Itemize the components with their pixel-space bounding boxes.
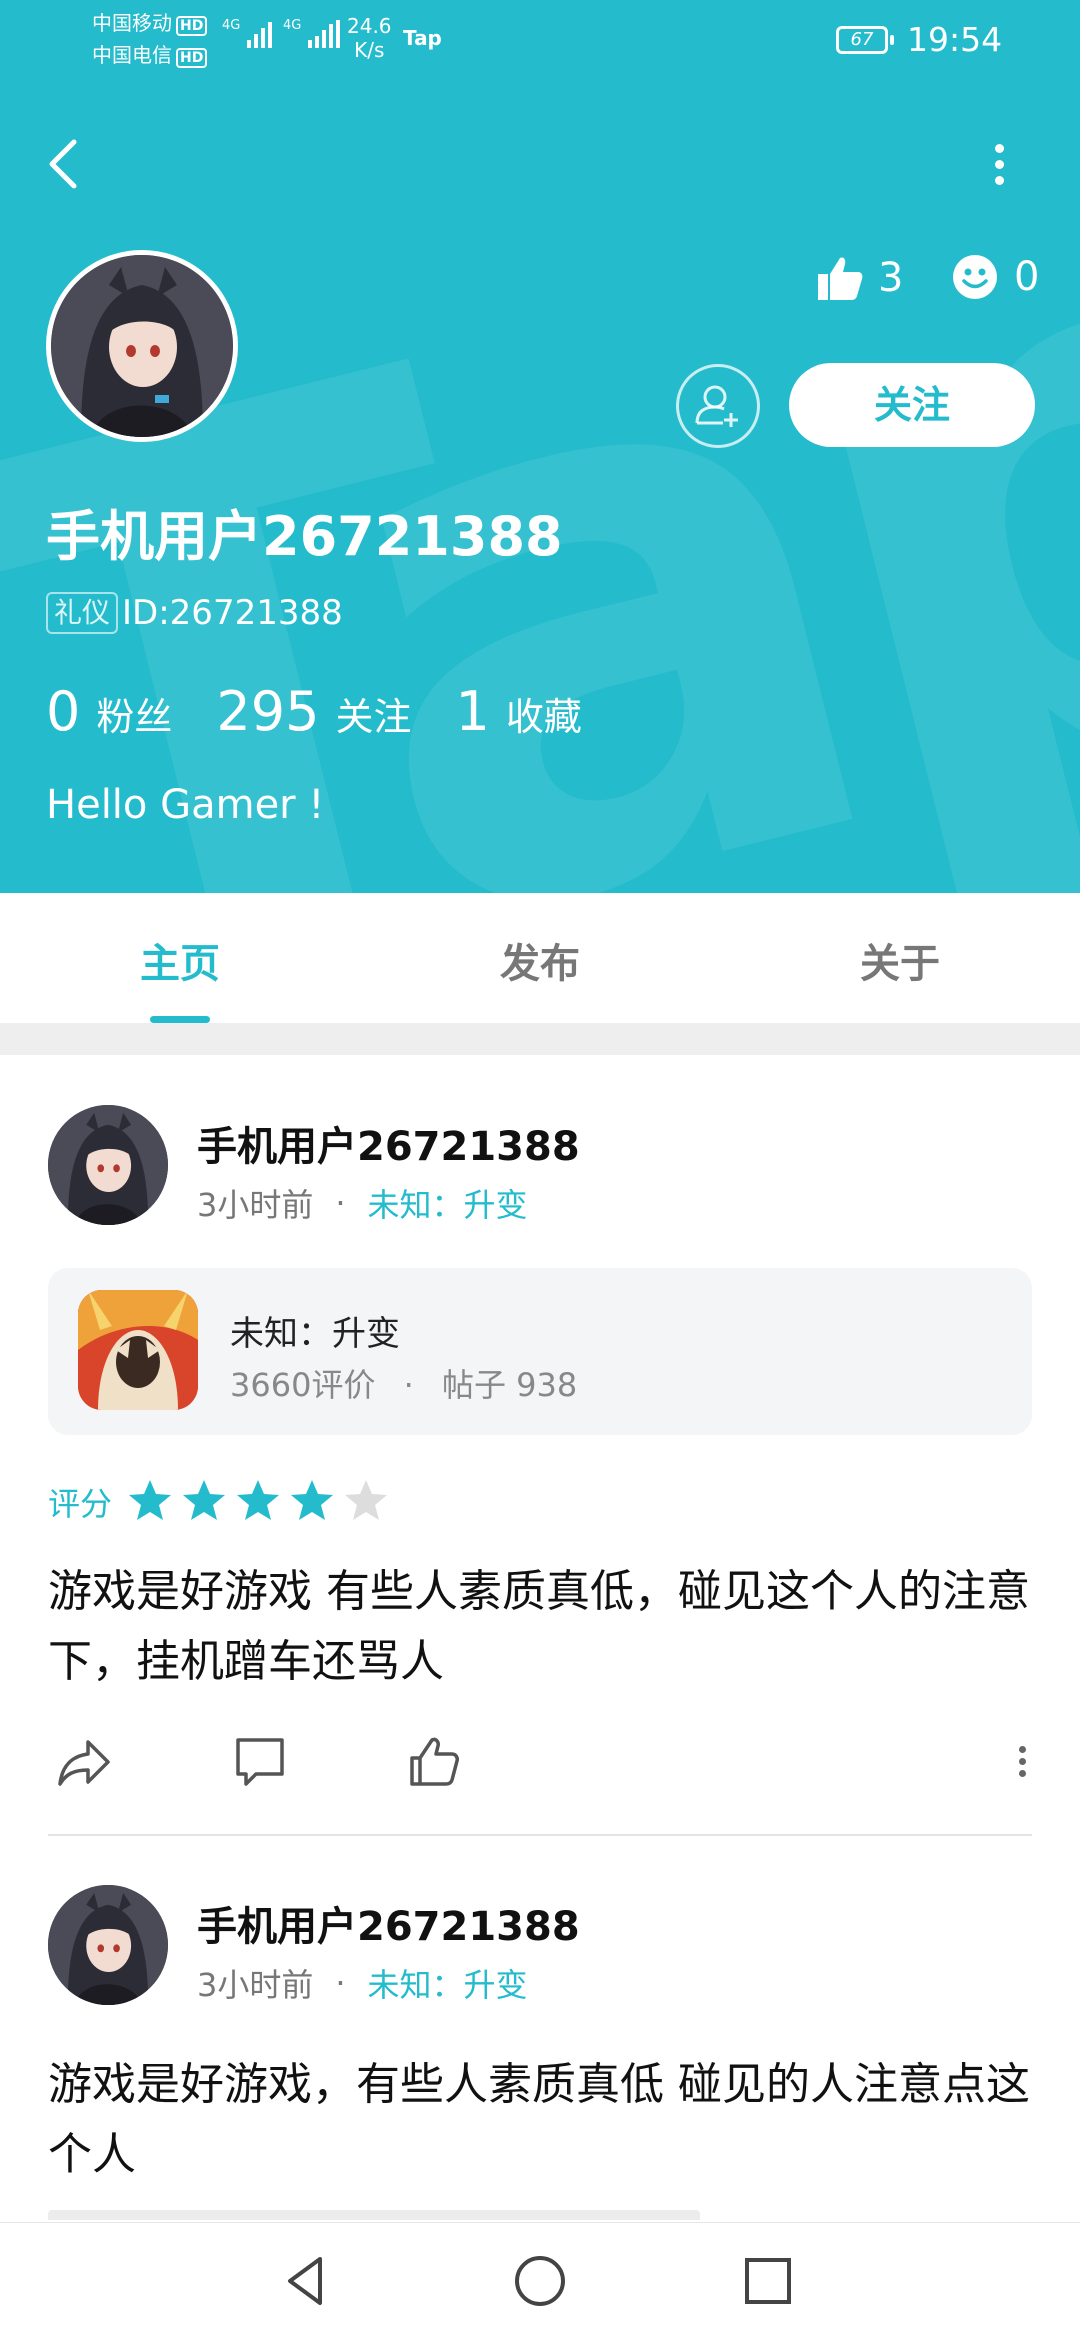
share-icon — [58, 1740, 110, 1786]
followers-count[interactable]: 0 — [46, 680, 80, 743]
back-button[interactable] — [40, 132, 92, 196]
username: 手机用户26721388 — [46, 505, 563, 568]
profile-avatar[interactable] — [46, 250, 238, 442]
clock: 19:54 — [907, 20, 1003, 59]
star-filled-icon — [291, 1480, 334, 1520]
nav-back-icon — [288, 2257, 322, 2305]
avatar-image — [48, 1885, 168, 2005]
follow-button[interactable]: 关注 — [789, 363, 1035, 447]
post-time: 3小时前 — [197, 1966, 314, 2004]
nav-home-icon — [515, 2256, 565, 2306]
carrier-1: 中国移动 HD — [92, 8, 208, 38]
game-posts: 帖子 938 — [441, 1366, 578, 1404]
like-button[interactable] — [404, 1732, 464, 1792]
comment-icon — [236, 1738, 284, 1786]
comment-button[interactable] — [230, 1732, 290, 1792]
post-body: 游戏是好游戏 有些人素质真低，碰见这个人的注意下，挂机蹭车还骂人 — [48, 1566, 1030, 1687]
system-nav-bar — [0, 2222, 1080, 2340]
status-bar: 中国移动 HD 中国电信 HD 4G 4G 24.6 K/s Tap 67 19:54 — [0, 0, 1080, 80]
battery-indicator: 67 — [836, 26, 894, 54]
game-art-icon — [78, 1290, 198, 1410]
nav-recents-icon — [745, 2258, 791, 2304]
active-tab-indicator — [150, 1016, 210, 1023]
thumbs-up-icon — [818, 257, 863, 300]
post-meta: 3小时前 · 未知：升变 — [197, 1180, 528, 1226]
game-card[interactable]: 未知：升变 3660评价 · 帖子 938 — [48, 1268, 1032, 1435]
carrier-2: 中国电信 HD — [92, 40, 208, 70]
star-empty-icon — [345, 1480, 388, 1520]
game-stats: 3660评价 · 帖子 938 — [230, 1366, 578, 1404]
user-id: ID:26721388 — [122, 593, 343, 633]
favorites-count[interactable]: 1 — [455, 680, 489, 743]
post-image-preview[interactable] — [48, 2210, 700, 2220]
likes-count: 3 — [878, 255, 904, 301]
user-id-row: 礼仪 ID:26721388 — [46, 592, 343, 634]
etiquette-badge[interactable]: 礼仪 — [46, 592, 119, 634]
post-game-link[interactable]: 未知：升变 — [368, 1960, 528, 2006]
post-divider — [48, 1834, 1032, 1836]
like-icon — [410, 1737, 459, 1786]
signal-1: 4G — [222, 18, 273, 54]
smiles-counter[interactable]: 0 — [952, 254, 1039, 300]
avatar-image — [48, 1105, 168, 1225]
more-icon — [995, 144, 1004, 153]
game-name: 未知：升变 — [230, 1314, 400, 1354]
add-friend-icon — [695, 385, 738, 427]
more-options-button[interactable] — [980, 132, 1020, 196]
smiles-count: 0 — [1014, 254, 1040, 300]
smile-icon — [953, 255, 997, 299]
post-more-button[interactable] — [1008, 1740, 1038, 1784]
star-filled-icon — [129, 1480, 172, 1520]
post-time: 3小时前 — [197, 1186, 314, 1224]
tab-about[interactable]: 关于 — [860, 931, 940, 989]
profile-tabs: 主页 发布 关于 — [0, 893, 1080, 1023]
profile-header: Tap 中国移动 HD 中国电信 HD 4G 4G 24.6 K/s Tap 67 1… — [0, 0, 1080, 893]
rating-stars — [128, 1478, 398, 1526]
followers-label[interactable]: 粉丝 — [96, 686, 172, 741]
post-author-name[interactable]: 手机用户26721388 — [197, 1894, 580, 1952]
game-icon — [78, 1290, 198, 1410]
tab-posts[interactable]: 发布 — [500, 931, 580, 989]
star-filled-icon — [183, 1480, 226, 1520]
share-button[interactable] — [54, 1732, 114, 1792]
section-separator — [0, 1023, 1080, 1055]
user-bio: Hello Gamer ! — [46, 782, 325, 828]
profile-stats: 0 粉丝 295 关注 1 收藏 — [46, 680, 626, 743]
back-icon — [49, 139, 77, 189]
signal-bars-icon — [307, 20, 340, 48]
likes-counter[interactable]: 3 — [816, 254, 903, 302]
nav-back-button[interactable] — [278, 2251, 338, 2311]
game-reviews: 3660评价 — [230, 1366, 376, 1404]
star-filled-icon — [237, 1480, 280, 1520]
add-friend-button[interactable] — [676, 364, 760, 448]
favorites-label[interactable]: 收藏 — [506, 686, 582, 741]
following-label[interactable]: 关注 — [335, 686, 411, 741]
post-author-avatar[interactable] — [48, 1105, 168, 1225]
post-author-avatar[interactable] — [48, 1885, 168, 2005]
post-body: 游戏是好游戏，有些人素质真低 碰见的人注意点这个人 — [48, 2059, 1030, 2180]
taptap-watermark: Tap — [0, 8, 1080, 893]
post-meta: 3小时前 · 未知：升变 — [197, 1960, 528, 2006]
nav-recents-button[interactable] — [738, 2251, 798, 2311]
signal-bars-icon — [246, 22, 272, 48]
post-game-link[interactable]: 未知：升变 — [368, 1180, 528, 1226]
post-author-name[interactable]: 手机用户26721388 — [197, 1114, 580, 1172]
network-speed: 24.6 K/s — [347, 14, 392, 62]
post-rating: 评分 — [48, 1478, 398, 1526]
post-actions — [0, 1730, 1080, 1794]
nav-home-button[interactable] — [510, 2251, 570, 2311]
tab-home[interactable]: 主页 — [140, 931, 220, 989]
more-icon — [1019, 1746, 1026, 1753]
signal-2: 4G — [283, 18, 340, 54]
rating-label: 评分 — [48, 1485, 113, 1523]
taptap-notification-icon: Tap — [403, 26, 442, 50]
avatar-image — [51, 255, 233, 437]
following-count[interactable]: 295 — [216, 680, 319, 743]
